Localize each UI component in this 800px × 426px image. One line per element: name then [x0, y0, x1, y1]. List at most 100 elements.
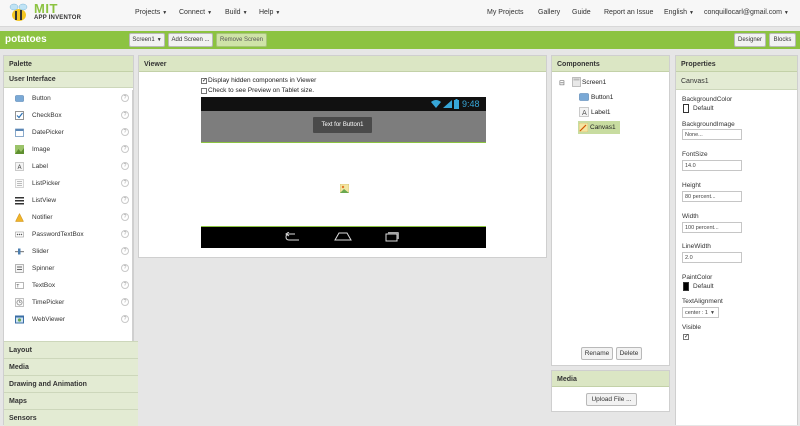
palette-item-listpicker[interactable]: ListPicker ? [4, 175, 132, 192]
menu-help-label: Help [259, 9, 274, 16]
upload-file-button[interactable]: Upload File ... [586, 393, 637, 406]
designer-button[interactable]: Designer [734, 33, 766, 47]
help-icon[interactable]: ? [121, 162, 129, 170]
project-name: potatoes [5, 34, 47, 45]
menu-build[interactable]: Build ▼ [225, 9, 248, 16]
help-icon[interactable]: ? [121, 230, 129, 238]
spinner-icon [15, 264, 24, 273]
menu-projects[interactable]: Projects ▼ [135, 9, 167, 16]
backgroundcolor-swatch[interactable] [683, 104, 689, 113]
report-issue-link[interactable]: Report an Issue [604, 9, 653, 16]
textbox-icon: T [15, 282, 24, 290]
textalignment-dropdown[interactable]: center : 1 ▼ [682, 307, 719, 318]
chevron-down-icon: ▼ [709, 310, 715, 316]
preview-canvas1[interactable] [201, 142, 486, 227]
prop-backgroundimage-label: BackgroundImage [682, 121, 735, 128]
palette-item-image[interactable]: Image ? [4, 141, 132, 158]
label-icon: A [15, 162, 24, 171]
palette-item-checkbox[interactable]: CheckBox ? [4, 107, 132, 124]
fontsize-field[interactable]: 14.0 [682, 160, 742, 171]
palette-category-maps[interactable]: Maps [4, 392, 138, 409]
help-icon[interactable]: ? [121, 179, 129, 187]
palette-item-label: PasswordTextBox [32, 231, 84, 238]
palette-category-layout[interactable]: Layout [4, 341, 138, 358]
prop-paintcolor-value[interactable]: Default [693, 283, 714, 290]
back-icon[interactable] [285, 232, 301, 242]
menu-help[interactable]: Help ▼ [259, 9, 280, 16]
help-icon[interactable]: ? [121, 247, 129, 255]
help-icon[interactable]: ? [121, 94, 129, 102]
height-field[interactable]: 80 percent... [682, 191, 742, 202]
tree-node-label1[interactable]: Label1 [591, 109, 611, 116]
paintcolor-swatch[interactable] [683, 282, 689, 291]
palette-category-drawing-animation[interactable]: Drawing and Animation [4, 375, 138, 392]
help-icon[interactable]: ? [121, 111, 129, 119]
palette-item-spinner[interactable]: Spinner ? [4, 260, 132, 277]
gallery-link[interactable]: Gallery [538, 9, 560, 16]
phone-status-bar: 9:48 [201, 97, 486, 111]
menu-connect[interactable]: Connect ▼ [179, 9, 212, 16]
listpicker-icon [15, 179, 24, 188]
remove-screen-button[interactable]: Remove Screen [216, 33, 267, 47]
signal-icon [443, 100, 452, 108]
help-icon[interactable]: ? [121, 196, 129, 204]
chevron-down-icon: ▼ [783, 10, 789, 16]
tree-collapse-icon[interactable]: ⊟ [559, 79, 565, 87]
palette-category-sensors[interactable]: Sensors [4, 409, 138, 426]
help-icon[interactable]: ? [121, 128, 129, 136]
guide-link[interactable]: Guide [572, 9, 591, 16]
palette-item-notifier[interactable]: Notifier ? [4, 209, 132, 226]
language-menu[interactable]: English ▼ [664, 9, 694, 16]
menu-connect-label: Connect [179, 9, 206, 16]
palette-item-slider[interactable]: Slider ? [4, 243, 132, 260]
help-icon[interactable]: ? [121, 281, 129, 289]
chevron-down-icon: ▼ [162, 10, 168, 16]
home-icon[interactable] [334, 231, 352, 241]
screen-select-dropdown[interactable]: Screen1 ▼ [129, 33, 165, 47]
help-icon[interactable]: ? [121, 315, 129, 323]
app-inventor-logo[interactable]: MIT APP INVENTOR [8, 1, 128, 24]
visible-checkbox[interactable]: ✓ [683, 334, 689, 340]
palette-item-passwordtextbox[interactable]: PasswordTextBox ? [4, 226, 132, 243]
width-field[interactable]: 100 percent... [682, 222, 742, 233]
linewidth-field[interactable]: 2.0 [682, 252, 742, 263]
palette-item-listview[interactable]: ListView ? [4, 192, 132, 209]
help-icon[interactable]: ? [121, 145, 129, 153]
prop-fontsize-label: FontSize [682, 151, 708, 158]
prop-backgroundcolor-value[interactable]: Default [693, 105, 714, 112]
palette-item-button[interactable]: Button ? [4, 90, 132, 107]
top-navigation-bar: MIT APP INVENTOR Projects ▼ Connect ▼ Buil… [0, 0, 800, 27]
tree-node-screen1[interactable]: Screen1 [582, 79, 606, 86]
my-projects-link[interactable]: My Projects [487, 9, 524, 16]
display-hidden-checkbox[interactable]: ✓ [201, 78, 207, 84]
tree-node-canvas1-selected[interactable]: Canvas1 [578, 121, 620, 134]
palette-item-datepicker[interactable]: DatePicker ? [4, 124, 132, 141]
rename-button[interactable]: Rename [581, 347, 613, 360]
palette-item-textbox[interactable]: T TextBox ? [4, 277, 132, 294]
palette-item-label[interactable]: A Label ? [4, 158, 132, 175]
palette-item-timepicker[interactable]: TimePicker ? [4, 294, 132, 311]
blocks-button[interactable]: Blocks [769, 33, 796, 47]
palette-section-user-interface[interactable]: User Interface [4, 72, 133, 88]
backgroundimage-field[interactable]: None... [682, 129, 742, 140]
preview-button1[interactable]: Text for Button1 [313, 117, 372, 133]
button-icon [15, 95, 24, 102]
canvas-icon [579, 123, 588, 132]
project-toolbar: potatoes Screen1 ▼ Add Screen ... Remove … [0, 31, 800, 49]
tablet-preview-checkbox[interactable] [201, 88, 207, 94]
help-icon[interactable]: ? [121, 264, 129, 272]
help-icon[interactable]: ? [121, 298, 129, 306]
palette-category-media[interactable]: Media [4, 358, 138, 375]
checkbox-icon [15, 111, 24, 120]
user-email: conquillocarl@gmail.com [704, 9, 782, 16]
help-icon[interactable]: ? [121, 213, 129, 221]
language-label: English [664, 9, 687, 16]
palette-item-webviewer[interactable]: WebViewer ? [4, 311, 132, 328]
delete-button[interactable]: Delete [616, 347, 642, 360]
user-account-menu[interactable]: conquillocarl@gmail.com ▼ [704, 9, 789, 16]
timepicker-icon [15, 298, 24, 307]
password-icon [15, 231, 24, 238]
tree-node-button1[interactable]: Button1 [591, 94, 613, 101]
recent-apps-icon[interactable] [385, 232, 399, 242]
add-screen-button[interactable]: Add Screen ... [168, 33, 213, 47]
